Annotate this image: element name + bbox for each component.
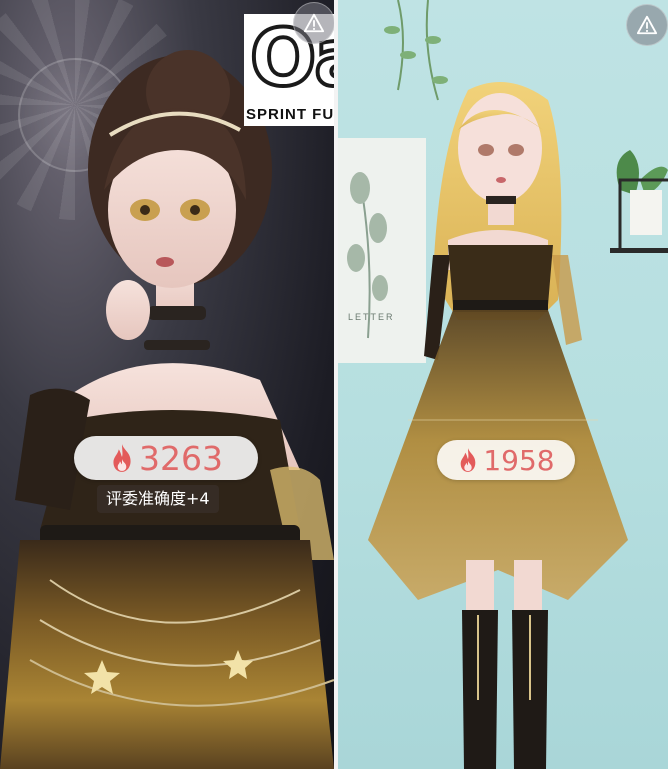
score-pill-right: 1958 <box>437 440 575 480</box>
score-value-left: 3263 <box>139 438 223 478</box>
left-panel: Oa SPRINT FU 3263 评委准确度+4 <box>0 0 334 769</box>
report-button-right[interactable] <box>626 4 668 46</box>
judge-accuracy-bonus: 评委准确度+4 <box>97 485 219 513</box>
warning-triangle-icon <box>636 15 658 35</box>
report-button-left[interactable] <box>293 2 334 44</box>
comparison-screen: Oa SPRINT FU 3263 评委准确度+4 <box>0 0 668 769</box>
flame-icon <box>461 448 476 472</box>
score-value-right: 1958 <box>483 443 555 477</box>
event-logo-subtitle: SPRINT FU <box>246 106 334 123</box>
warning-triangle-icon <box>303 13 325 33</box>
right-character <box>368 82 628 769</box>
flame-icon <box>113 444 131 472</box>
score-pill-left: 3263 <box>74 436 258 480</box>
right-panel: LETTER 1958 <box>338 0 668 769</box>
